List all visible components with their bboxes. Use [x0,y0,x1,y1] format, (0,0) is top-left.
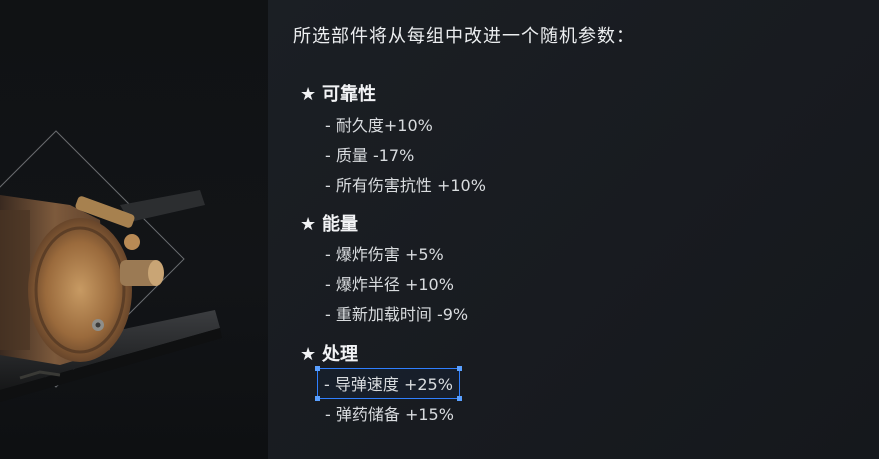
selection-corner [315,396,320,401]
group-title-handling: ★ 处理 [300,340,358,366]
part-preview-panel [0,0,268,459]
group-title-reliability: ★ 可靠性 [300,80,376,106]
stat-label: - 导弹速度 +25% [324,375,453,394]
stat-reload-time: - 重新加载时间 -9% [325,305,469,324]
stat-mass: - 质量 -17% [325,146,415,165]
selection-corner [456,366,462,371]
stat-explosion-radius: - 爆炸半径 +10% [325,275,454,294]
group-title-power: ★ 能量 [300,210,358,236]
group-title-label: 能量 [322,214,358,235]
stat-durability: - 耐久度+10% [325,116,433,135]
selection-corner [315,366,320,371]
star-icon: ★ [300,84,317,105]
group-title-label: 可靠性 [322,84,376,105]
stat-missile-speed-selected[interactable]: - 导弹速度 +25% [315,366,462,401]
selection-corner [456,396,462,401]
stat-ammo-reserve: - 弹药储备 +15% [325,405,454,424]
stat-damage-resistance: - 所有伤害抗性 +10% [325,176,486,195]
star-icon: ★ [300,214,317,235]
weapon-part-image [0,190,222,402]
stat-explosion-damage: - 爆炸伤害 +5% [325,245,444,264]
group-title-label: 处理 [322,344,358,365]
intro-text: 所选部件将从每组中改进一个随机参数： [293,26,635,47]
star-icon: ★ [300,344,317,365]
